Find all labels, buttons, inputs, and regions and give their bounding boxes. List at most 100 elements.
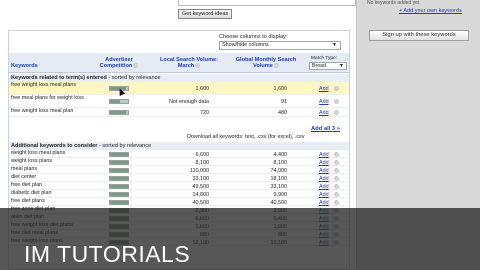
competition-bar-fill: [110, 192, 128, 196]
help-icon[interactable]: ?: [334, 86, 339, 92]
column-header-local-volume[interactable]: Local Search Volume: March?: [153, 57, 225, 69]
local-volume-cell: 14,800: [192, 191, 210, 198]
global-volume-cell: 33,100: [270, 183, 288, 190]
local-volume-cell: 8,100: [195, 159, 210, 166]
sidebar-status-text: No keywords added yet: [367, 0, 420, 6]
section-suffix-related: - sorted by relevance: [106, 75, 161, 81]
keyword-cell: weight loss meal plans: [11, 150, 66, 156]
competition-bar: [109, 199, 129, 205]
match-type-value: Broad: [312, 63, 326, 69]
global-volume-cell: 1,600: [273, 86, 288, 92]
table-row: free meal plans for weight loss Not enoug…: [9, 95, 349, 108]
table-row: weight loss plans 8,100 8,100 Add?: [9, 158, 349, 166]
keyword-input-field[interactable]: [178, 0, 356, 6]
competition-bar: [109, 183, 129, 189]
column-header-competition[interactable]: Advertiser Competition?: [93, 57, 145, 69]
column-header-global-label: Global Monthly Search Volume: [235, 57, 297, 69]
choose-columns-label: Choose columns to display:: [219, 34, 288, 40]
get-keyword-ideas-button[interactable]: Get keyword ideas: [178, 9, 233, 19]
help-icon[interactable]: ?: [334, 99, 339, 105]
table-row: diabetic diet plan 14,800 9,900 Add?: [9, 190, 349, 198]
keyword-cell: free diet plans: [11, 198, 45, 204]
page-top-area: [0, 0, 175, 26]
section-suffix-additional: - sorted by relevance: [97, 143, 152, 149]
global-volume-cell: 480: [278, 110, 287, 116]
competition-bar-fill: [110, 111, 127, 114]
global-volume-cell: 8,100: [273, 159, 288, 166]
column-header-global-volume[interactable]: Global Monthly Search Volume?: [231, 57, 301, 69]
keyword-cell: diet center: [11, 174, 37, 180]
add-keyword-link[interactable]: Add: [319, 110, 329, 116]
choose-columns-value: Show/hide columns: [222, 42, 269, 48]
competition-bar-fill: [110, 176, 128, 180]
local-volume-cell: Not enough data: [169, 99, 209, 105]
table-row: diet center 33,100 18,100 Add?: [9, 174, 349, 182]
competition-bar: [109, 151, 129, 157]
section-header-additional: Additional keywords to consider - sorted…: [9, 142, 349, 150]
local-volume-cell: 720: [200, 110, 209, 116]
keyword-cell: diabetic diet plan: [11, 190, 52, 196]
local-volume-cell: 49,500: [192, 183, 210, 190]
column-header-local-label: Local Search Volume: March: [159, 57, 219, 69]
add-own-keywords-link[interactable]: + Add your own keywords: [399, 8, 462, 14]
local-volume-cell: 6,600: [195, 151, 210, 158]
table-row: free weight loss meal plan 720 480 Add?: [9, 108, 349, 117]
help-icon[interactable]: ?: [273, 63, 279, 69]
help-icon[interactable]: ?: [334, 183, 339, 189]
competition-bar: [109, 110, 129, 115]
chevron-down-icon: ▼: [332, 42, 337, 48]
add-keyword-link[interactable]: Add: [319, 176, 329, 182]
sign-up-button[interactable]: Sign up with these keywords: [369, 30, 469, 41]
local-volume-cell: 1,600: [195, 86, 210, 92]
competition-bar-fill: [110, 168, 128, 172]
competition-bar: [109, 159, 129, 165]
global-volume-cell: 91: [281, 99, 287, 105]
table-row: meal plans 110,000 74,000 Add?: [9, 166, 349, 174]
section-header-related: Keywords related to term(s) entered - so…: [9, 74, 349, 82]
keyword-cell: free meal plans for weight loss: [11, 95, 84, 101]
global-volume-cell: 18,100: [270, 175, 288, 182]
global-volume-cell: 74,000: [270, 167, 288, 174]
add-keyword-link[interactable]: Add: [319, 152, 329, 158]
download-keywords-line[interactable]: Download all keywords: text, .csv (for e…: [187, 134, 304, 140]
competition-bar-fill: [110, 184, 128, 188]
choose-columns-select[interactable]: Show/hide columns ▼: [219, 41, 341, 50]
add-keyword-link[interactable]: Add: [319, 200, 329, 206]
column-header-keywords[interactable]: Keywords: [11, 63, 38, 69]
competition-bar-fill: [110, 200, 128, 204]
local-volume-cell: 40,500: [192, 199, 210, 206]
help-icon[interactable]: ?: [334, 191, 339, 197]
table-header: Keywords Advertiser Competition? Local S…: [9, 53, 349, 73]
help-icon[interactable]: ?: [195, 63, 201, 69]
help-icon[interactable]: ?: [334, 110, 339, 116]
add-keyword-link[interactable]: Add: [319, 99, 329, 105]
table-row: free diet plans 40,500 40,500 Add?: [9, 198, 349, 206]
match-type-label: Match Type:: [311, 56, 338, 61]
table-row: weight loss meal plans 6,600 4,400 Add?: [9, 150, 349, 158]
add-all-link[interactable]: Add all 3 »: [311, 126, 340, 132]
help-icon[interactable]: ?: [133, 63, 139, 69]
match-type-select[interactable]: Broad ▼: [309, 62, 347, 70]
keyword-cell: meal plans: [11, 166, 38, 172]
global-volume-cell: 9,900: [273, 191, 288, 198]
competition-bar-fill: [110, 160, 128, 164]
help-icon[interactable]: ?: [334, 159, 339, 165]
add-keyword-link[interactable]: Add: [319, 160, 329, 166]
table-row: free diet plan 49,500 33,100 Add?: [9, 182, 349, 190]
column-header-competition-label: Advertiser Competition: [99, 57, 133, 69]
add-keyword-link[interactable]: Add: [319, 192, 329, 198]
help-icon[interactable]: ?: [334, 151, 339, 157]
help-icon[interactable]: ?: [334, 175, 339, 181]
help-icon[interactable]: ?: [334, 167, 339, 173]
add-keyword-link[interactable]: Add: [319, 168, 329, 174]
add-keyword-link[interactable]: Add: [319, 86, 329, 92]
global-volume-cell: 4,400: [273, 151, 288, 158]
help-icon[interactable]: ?: [334, 199, 339, 205]
table-row: free weight loss meal plans 1,600 1,600 Add…: [9, 82, 349, 95]
section-title-additional: Additional keywords to consider: [11, 143, 98, 149]
chevron-down-icon: ▼: [338, 63, 344, 69]
competition-bar: [109, 99, 129, 104]
competition-bar: [109, 167, 129, 173]
add-keyword-link[interactable]: Add: [319, 184, 329, 190]
competition-bar-fill: [110, 152, 128, 156]
